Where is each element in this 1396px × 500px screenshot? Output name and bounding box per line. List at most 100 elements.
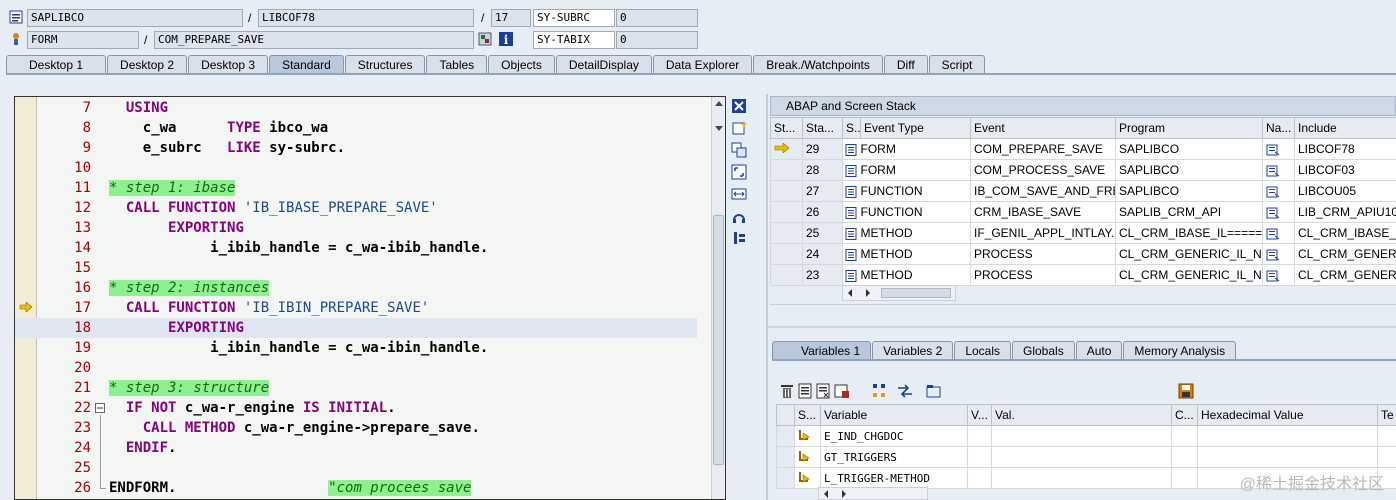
horizontal-splitter[interactable] (768, 326, 1396, 328)
variable-status[interactable] (794, 425, 821, 447)
scroll-up-icon[interactable] (714, 99, 724, 107)
editor-vertical-scrollbar[interactable] (711, 97, 725, 499)
stack-row[interactable]: 28 FORM COM_PROCESS_SAVE SAPLIBCO LIBCOF03 (770, 159, 1396, 181)
info-icon[interactable]: i (499, 32, 513, 46)
code-line[interactable]: 12 CALL FUNCTION 'IB_IBASE_PREPARE_SAVE' (15, 198, 725, 218)
tab-auto[interactable]: Auto (1075, 341, 1123, 360)
code-line[interactable]: 23 CALL METHOD c_wa-r_engine->prepare_sa… (15, 418, 725, 438)
tab-diff[interactable]: Diff (883, 55, 928, 74)
tab-desktop-2[interactable]: Desktop 2 (107, 55, 188, 74)
variable-name[interactable]: E_IND_CHGDOC (820, 425, 968, 447)
include-field[interactable]: LIBCOF78 (258, 9, 474, 27)
line-number-field[interactable]: 17 (491, 9, 531, 27)
maximize-icon[interactable] (731, 164, 747, 180)
variable-name[interactable]: GT_TRIGGERS (820, 446, 968, 468)
copy-window-icon[interactable] (731, 142, 747, 158)
code-line[interactable]: 25 (15, 458, 725, 478)
fold-toggle-icon[interactable] (95, 403, 105, 413)
navigate-icon[interactable] (1266, 186, 1280, 198)
code-line[interactable]: 14 i_ibib_handle = c_wa-ibib_handle. (15, 238, 725, 258)
scroll-left-icon[interactable] (847, 289, 853, 297)
stack-column-header[interactable]: Include (1294, 117, 1396, 139)
code-line[interactable]: 21 * step 3: structure (15, 378, 725, 398)
stack-row[interactable]: 26 FUNCTION CRM_IBASE_SAVE SAPLIB_CRM_API LI… (770, 201, 1396, 223)
delete-icon[interactable] (780, 383, 794, 399)
tab-desktop-3[interactable]: Desktop 3 (188, 55, 269, 74)
variable-row[interactable]: GT_TRIGGERS (776, 446, 1396, 468)
tab-tables[interactable]: Tables (426, 55, 488, 74)
tab-memory-analysis[interactable]: Memory Analysis (1123, 341, 1237, 360)
code-line[interactable]: 9 e_subrc LIKE sy-subrc. (15, 138, 725, 158)
config-icon[interactable] (731, 230, 747, 246)
code-line[interactable]: 13 EXPORTING (15, 218, 725, 238)
navigate-icon[interactable] (1266, 165, 1280, 177)
tab-objects[interactable]: Objects (488, 55, 555, 74)
code-line[interactable]: 20 (15, 358, 725, 378)
scroll-right-icon[interactable] (841, 490, 847, 498)
swap-width-icon[interactable] (731, 186, 747, 202)
stack-column-header[interactable]: Event (970, 117, 1116, 139)
code-line[interactable]: 17 CALL FUNCTION 'IB_IBIN_PREPARE_SAVE' (15, 298, 725, 318)
navigate-icon[interactable] (1266, 228, 1280, 240)
tab-script[interactable]: Script (928, 55, 986, 74)
code-line[interactable]: 16 * step 2: instances (15, 278, 725, 298)
tab-desktop-1[interactable]: Desktop 1 (6, 55, 107, 74)
stack-column-header[interactable]: Na... (1262, 117, 1295, 139)
stack-horizontal-scrollbar[interactable] (842, 285, 956, 301)
breakpoint-icon[interactable] (731, 208, 747, 224)
variables-column-header[interactable]: C... (1171, 404, 1198, 426)
event-type-field[interactable]: FORM (27, 31, 139, 49)
event-name-field[interactable]: COM_PREPARE_SAVE (154, 31, 474, 49)
tab-variables-2[interactable]: Variables 2 (872, 341, 954, 360)
transfer-icon[interactable] (896, 383, 914, 399)
code-line[interactable]: 10 (15, 158, 725, 178)
variable-status[interactable] (794, 467, 821, 489)
tab-structures[interactable]: Structures (344, 55, 426, 74)
sysvar-label-2[interactable]: SY-TABIX (533, 31, 615, 49)
hierarchy-icon[interactable] (870, 383, 888, 399)
variable-edit-icon[interactable] (798, 450, 812, 462)
save-icon[interactable] (1178, 383, 1194, 399)
variables-column-header[interactable]: Variable (820, 404, 968, 426)
code-line[interactable]: 7 USING (15, 98, 725, 118)
row-selector[interactable] (776, 446, 795, 468)
folder-icon[interactable] (926, 384, 942, 398)
stack-row[interactable]: 27 FUNCTION IB_COM_SAVE_AND_FRE... SAPLIBCO… (770, 180, 1396, 202)
navigate-icon[interactable] (1266, 270, 1280, 282)
code-line[interactable]: 15 (15, 258, 725, 278)
navigate-icon[interactable] (1266, 249, 1280, 261)
stack-column-header[interactable]: Event Type (860, 117, 971, 139)
stack-column-header[interactable]: Sta... (802, 117, 843, 139)
variable-type-icon[interactable] (834, 383, 850, 399)
tab-standard[interactable]: Standard (269, 55, 344, 74)
navigate-icon[interactable] (1266, 207, 1280, 219)
code-line[interactable]: 26 ENDFORM. "com procees save (15, 478, 725, 498)
tab-break-watchpoints[interactable]: Break./Watchpoints (753, 55, 883, 74)
code-line[interactable]: 24 ENDIF. (15, 438, 725, 458)
stack-column-header[interactable]: St... (770, 117, 803, 139)
display-object-icon[interactable] (478, 32, 492, 46)
scroll-left-icon[interactable] (823, 490, 829, 498)
program-field[interactable]: SAPLIBCO (27, 9, 243, 27)
variable-edit-icon[interactable] (798, 429, 812, 441)
stack-column-header[interactable]: Program (1115, 117, 1263, 139)
variables-column-header[interactable]: Te (1377, 404, 1396, 426)
stack-column-header[interactable]: S... (842, 117, 861, 139)
tab-locals[interactable]: Locals (954, 341, 1011, 360)
row-selector[interactable] (776, 467, 795, 489)
scroll-right-icon[interactable] (865, 289, 871, 297)
row-selector[interactable] (776, 425, 795, 447)
stack-row[interactable]: 25 METHOD IF_GENIL_APPL_INTLAY... CL_CRM_IB… (770, 222, 1396, 244)
pane-splitter[interactable] (766, 94, 768, 500)
tab-detaildisplay[interactable]: DetailDisplay (555, 55, 652, 74)
variables-column-header[interactable]: S... (794, 404, 821, 426)
load-icon[interactable] (798, 383, 812, 399)
code-line[interactable]: 8 c_wa TYPE ibco_wa (15, 118, 725, 138)
code-line[interactable]: 19 i_ibin_handle = c_wa-ibin_handle. (15, 338, 725, 358)
code-line[interactable]: 22 IF NOT c_wa-r_engine IS INITIAL. (15, 398, 725, 418)
scroll-thumb[interactable] (881, 288, 951, 298)
stack-row[interactable]: 24 METHODPROCESSCL_CRM_GENERIC_IL_NE... CL… (770, 243, 1396, 265)
tab-variables-1[interactable]: Variables 1 (772, 341, 872, 360)
variable-edit-icon[interactable] (798, 471, 812, 483)
tab-data-explorer[interactable]: Data Explorer (652, 55, 753, 74)
